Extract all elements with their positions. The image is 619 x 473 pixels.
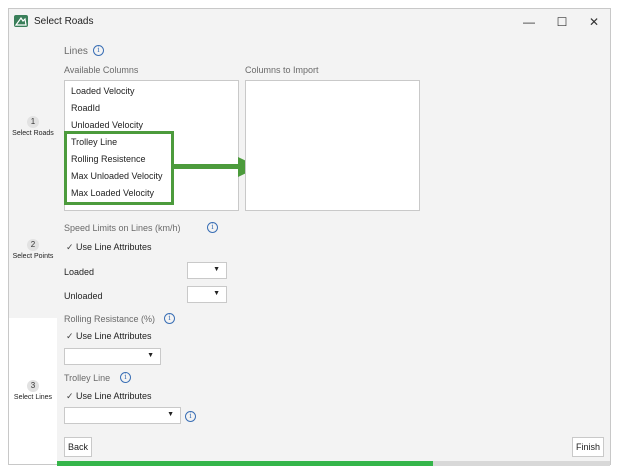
trolley-line-dropdown[interactable]: ▼ — [64, 407, 181, 424]
checkmark-icon: ✓ — [66, 391, 74, 401]
step-number: 1 — [27, 116, 39, 128]
checkbox-label: Use Line Attributes — [76, 391, 152, 401]
info-icon[interactable]: i — [207, 222, 218, 233]
back-button[interactable]: Back — [64, 437, 92, 457]
progress-fill — [57, 461, 434, 466]
app-logo-icon — [14, 15, 28, 27]
info-icon[interactable]: i — [164, 313, 175, 324]
list-item[interactable]: RoadId — [71, 103, 100, 113]
step-number: 3 — [27, 380, 39, 392]
wizard-content: 1 Select Roads 2 Select Points 3 Select … — [9, 35, 610, 466]
caret-down-icon: ▼ — [147, 352, 154, 359]
trolley-use-line-attributes-checkbox[interactable]: ✓ Use Line Attributes — [66, 391, 152, 402]
close-button[interactable]: ✕ — [579, 13, 609, 31]
speed-limits-heading: Speed Limits on Lines (km/h) — [64, 223, 181, 233]
list-item[interactable]: Unloaded Velocity — [71, 120, 143, 130]
loaded-label: Loaded — [64, 267, 95, 277]
loaded-dropdown[interactable]: ▼ — [187, 262, 227, 279]
checkmark-icon: ✓ — [66, 331, 74, 341]
finish-button[interactable]: Finish — [572, 437, 604, 457]
trolley-line-heading: Trolley Line — [64, 373, 111, 383]
columns-to-import-header: Columns to Import — [245, 65, 319, 75]
step-select-points[interactable]: 2 Select Points — [9, 239, 57, 260]
step-label: Select Roads — [12, 130, 54, 137]
step-number: 2 — [27, 239, 39, 251]
wizard-steps: 1 Select Roads 2 Select Points 3 Select … — [9, 35, 57, 464]
minimize-button[interactable]: — — [514, 13, 544, 31]
rolling-use-line-attributes-checkbox[interactable]: ✓ Use Line Attributes — [66, 331, 152, 342]
available-columns-header: Available Columns — [64, 65, 139, 75]
info-icon[interactable]: i — [185, 411, 196, 422]
unloaded-label: Unloaded — [64, 291, 103, 301]
select-roads-window: Select Roads — ☐ ✕ 1 Select Roads 2 Sele… — [8, 8, 611, 466]
main-panel: Lines i Available Columns Columns to Imp… — [57, 35, 610, 464]
caret-down-icon: ▼ — [213, 290, 220, 297]
checkbox-label: Use Line Attributes — [76, 331, 152, 341]
step-label: Select Lines — [13, 394, 53, 401]
info-icon[interactable]: i — [120, 372, 131, 383]
highlight-box — [64, 131, 174, 205]
progress-bar — [57, 461, 610, 466]
rolling-resistance-dropdown[interactable]: ▼ — [64, 348, 161, 365]
step-label: Select Points — [12, 253, 54, 260]
info-icon[interactable]: i — [93, 45, 104, 56]
caret-down-icon: ▼ — [167, 411, 174, 418]
caret-down-icon: ▼ — [213, 266, 220, 273]
list-item[interactable]: Loaded Velocity — [71, 86, 135, 96]
step-select-roads[interactable]: 1 Select Roads — [9, 116, 57, 137]
columns-to-import-list[interactable] — [245, 80, 420, 211]
step-select-lines[interactable]: 3 Select Lines — [9, 380, 57, 401]
maximize-button[interactable]: ☐ — [547, 13, 577, 31]
checkmark-icon: ✓ — [66, 242, 74, 252]
lines-heading: Lines — [64, 46, 88, 57]
speed-use-line-attributes-checkbox[interactable]: ✓ Use Line Attributes — [66, 242, 152, 253]
window-title: Select Roads — [34, 16, 94, 27]
unloaded-dropdown[interactable]: ▼ — [187, 286, 227, 303]
title-bar: Select Roads — ☐ ✕ — [9, 9, 610, 35]
rolling-resistance-heading: Rolling Resistance (%) — [64, 314, 156, 324]
checkbox-label: Use Line Attributes — [76, 242, 152, 252]
